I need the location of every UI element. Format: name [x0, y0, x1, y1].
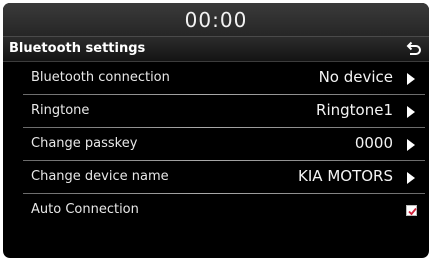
change-device-name-item[interactable]: Change device name KIA MOTORS	[23, 161, 425, 194]
auto-connection-item[interactable]: Auto Connection	[23, 194, 423, 227]
change-passkey-label: Change passkey	[31, 136, 138, 151]
back-arrow-icon[interactable]	[405, 40, 423, 58]
passkey-value: 0000	[354, 134, 393, 152]
clock: 00:00	[184, 7, 248, 32]
auto-connection-label: Auto Connection	[31, 202, 139, 217]
page-title: Bluetooth settings	[9, 41, 146, 56]
checkmark-icon	[408, 207, 417, 216]
device-name-value: KIA MOTORS	[298, 167, 393, 185]
chevron-right-icon[interactable]	[407, 106, 415, 118]
change-passkey-item[interactable]: Change passkey 0000	[23, 128, 425, 161]
status-bar: 00:00	[3, 3, 429, 36]
chevron-right-icon[interactable]	[407, 139, 415, 151]
ringtone-value: Ringtone1	[316, 101, 393, 119]
settings-list: Bluetooth connection No device Ringtone …	[3, 62, 429, 227]
ringtone-item[interactable]: Ringtone Ringtone1	[23, 95, 425, 128]
change-device-name-label: Change device name	[31, 169, 169, 184]
bluetooth-connection-value: No device	[318, 68, 393, 86]
chevron-right-icon[interactable]	[407, 73, 415, 85]
title-bar: Bluetooth settings	[3, 36, 429, 62]
ringtone-label: Ringtone	[31, 103, 90, 118]
head-unit-screen: 00:00 Bluetooth settings Bluetooth conne…	[3, 3, 429, 258]
bluetooth-connection-item[interactable]: Bluetooth connection No device	[23, 62, 425, 95]
chevron-right-icon[interactable]	[407, 172, 415, 184]
bluetooth-connection-label: Bluetooth connection	[31, 70, 170, 85]
auto-connection-checkbox[interactable]	[406, 205, 417, 216]
